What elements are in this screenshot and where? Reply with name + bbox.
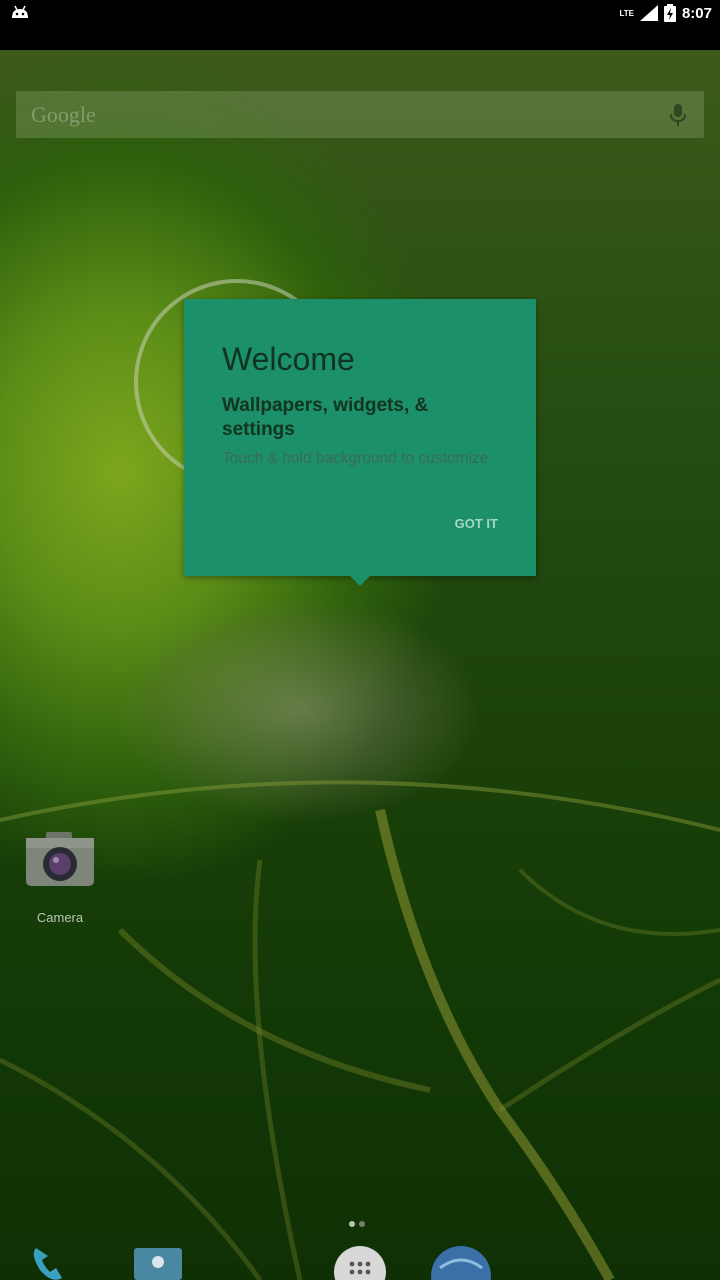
page-dot-active	[349, 1221, 355, 1227]
welcome-dialog: Welcome Wallpapers, widgets, & settings …	[184, 299, 536, 586]
page-indicator	[349, 1221, 365, 1227]
welcome-subtitle: Wallpapers, widgets, & settings	[222, 395, 429, 440]
welcome-title: Welcome	[222, 341, 355, 377]
got-it-button[interactable]: GOT IT	[455, 516, 498, 531]
camera-icon	[26, 832, 94, 886]
contacts-icon[interactable]	[132, 1244, 184, 1280]
phone-icon[interactable]	[26, 1244, 76, 1280]
android-notification-icon	[12, 5, 28, 18]
welcome-body-text: Touch & hold background to customize	[222, 450, 489, 467]
search-placeholder: Google	[31, 102, 96, 127]
wallpaper[interactable]	[0, 50, 720, 1280]
app-drawer-icon[interactable]	[334, 1244, 386, 1280]
signal-icon	[639, 5, 658, 21]
status-bar: LTE 8:07	[0, 0, 720, 50]
status-time: 8:07	[681, 4, 712, 22]
battery-charging-icon	[663, 4, 676, 22]
network-type: LTE	[619, 8, 634, 18]
shortcut-label: Camera	[36, 910, 84, 925]
page-dot	[359, 1221, 365, 1227]
search-bar[interactable]: Google	[16, 91, 704, 138]
leaf-vein-pattern	[0, 780, 720, 1280]
browser-icon[interactable]	[430, 1244, 492, 1280]
shortcut-camera[interactable]: Camera	[22, 830, 98, 930]
mic-icon[interactable]	[668, 103, 688, 127]
